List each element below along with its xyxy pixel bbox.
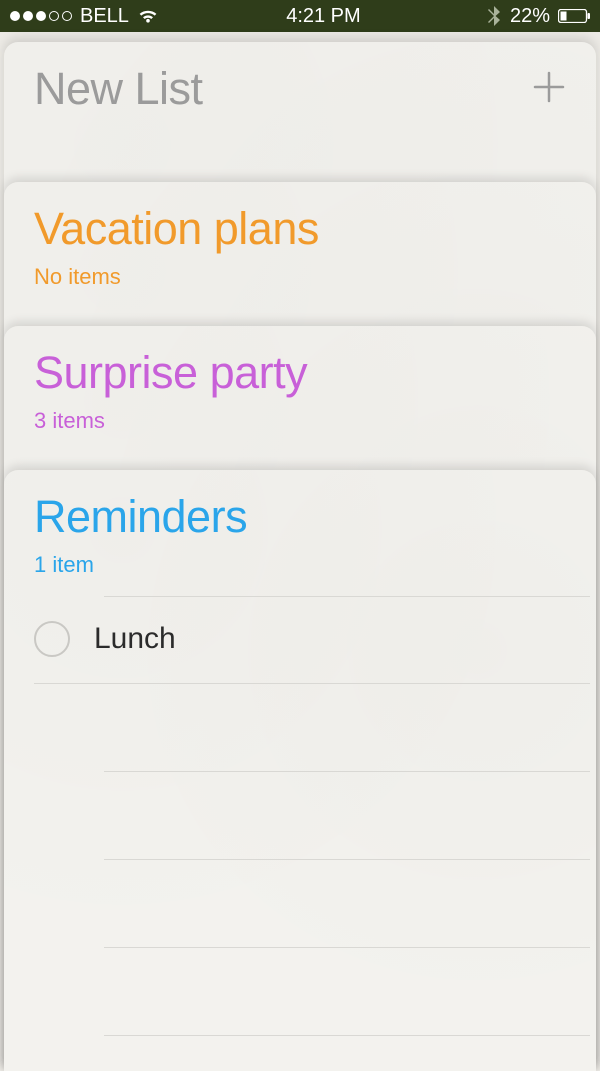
battery-percent: 22%: [510, 5, 550, 28]
reminder-empty-line[interactable]: [104, 1036, 590, 1071]
signal-strength-icon: [10, 11, 72, 21]
reminder-checkbox[interactable]: [34, 621, 70, 657]
wifi-icon: [137, 8, 159, 24]
list-title: Vacation plans: [34, 204, 566, 254]
status-left: BELL: [10, 5, 159, 28]
list-title: Reminders: [34, 492, 590, 542]
battery-icon: [558, 9, 590, 23]
reminder-empty-line[interactable]: [104, 772, 590, 860]
list-count-label: No items: [34, 264, 566, 290]
status-bar: BELL 4:21 PM 22%: [0, 0, 600, 32]
reminder-text[interactable]: Lunch: [94, 622, 176, 656]
reminder-empty-line[interactable]: [104, 860, 590, 948]
list-count-label: 1 item: [34, 552, 590, 578]
list-title: Surprise party: [34, 348, 566, 398]
carrier-label: BELL: [80, 5, 129, 28]
bluetooth-icon: [488, 6, 500, 26]
reminder-empty-line[interactable]: [104, 684, 590, 772]
new-list-title: New List: [34, 64, 203, 114]
reminder-item[interactable]: Lunch: [34, 596, 590, 684]
list-count-label: 3 items: [34, 408, 566, 434]
list-card-reminders[interactable]: Reminders 1 item Lunch: [4, 470, 596, 1071]
status-right: 22%: [488, 5, 590, 28]
lists-stack: New List Vacation plans No items Surpris…: [0, 32, 600, 1071]
add-list-button[interactable]: [532, 65, 566, 113]
status-time: 4:21 PM: [286, 5, 360, 28]
plus-icon: [532, 70, 566, 104]
reminder-empty-line[interactable]: [104, 948, 590, 1036]
reminder-items-area: Lunch: [34, 596, 590, 1071]
